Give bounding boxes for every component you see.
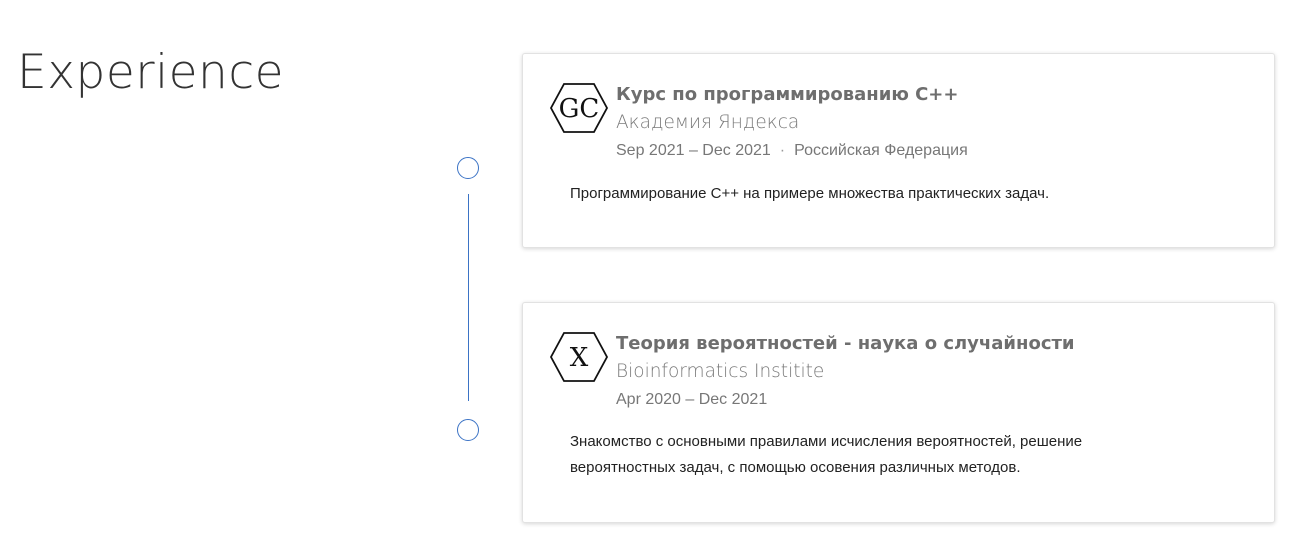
timeline-dot [457,157,479,179]
section-title: Experience [17,45,285,100]
timeline-line [467,194,469,401]
experience-card: GC Курс по программированию С++ Академия… [522,53,1275,248]
card-dates: Apr 2020 – Dec 2021 [616,391,768,408]
hexagon-logo-icon: X [549,331,609,383]
meta-separator: · [779,142,786,159]
card-meta: Apr 2020 – Dec 2021 [616,386,1254,413]
card-dates: Sep 2021 – Dec 2021 [616,142,771,159]
card-organization: Bioinformatics Institite [616,361,825,382]
card-description: Программирование С++ на примере множеств… [570,185,1050,202]
card-location: Российская Федерация [794,142,968,159]
logo-text: GC [559,94,600,124]
timeline-dot [457,419,479,441]
card-description: Знакомство с основными правилами исчисле… [570,433,1083,476]
card-title: Курс по программированию С++ [616,84,959,105]
card-title: Теория вероятностей - наука о случайност… [616,333,1075,354]
card-organization: Академия Яндекса [616,112,800,133]
hexagon-logo-icon: GC [549,82,609,134]
experience-card: X Теория вероятностей - наука о случайно… [522,302,1275,523]
card-meta: Sep 2021 – Dec 2021 · Российская Федерация [616,137,1254,164]
logo-text: X [570,343,589,373]
